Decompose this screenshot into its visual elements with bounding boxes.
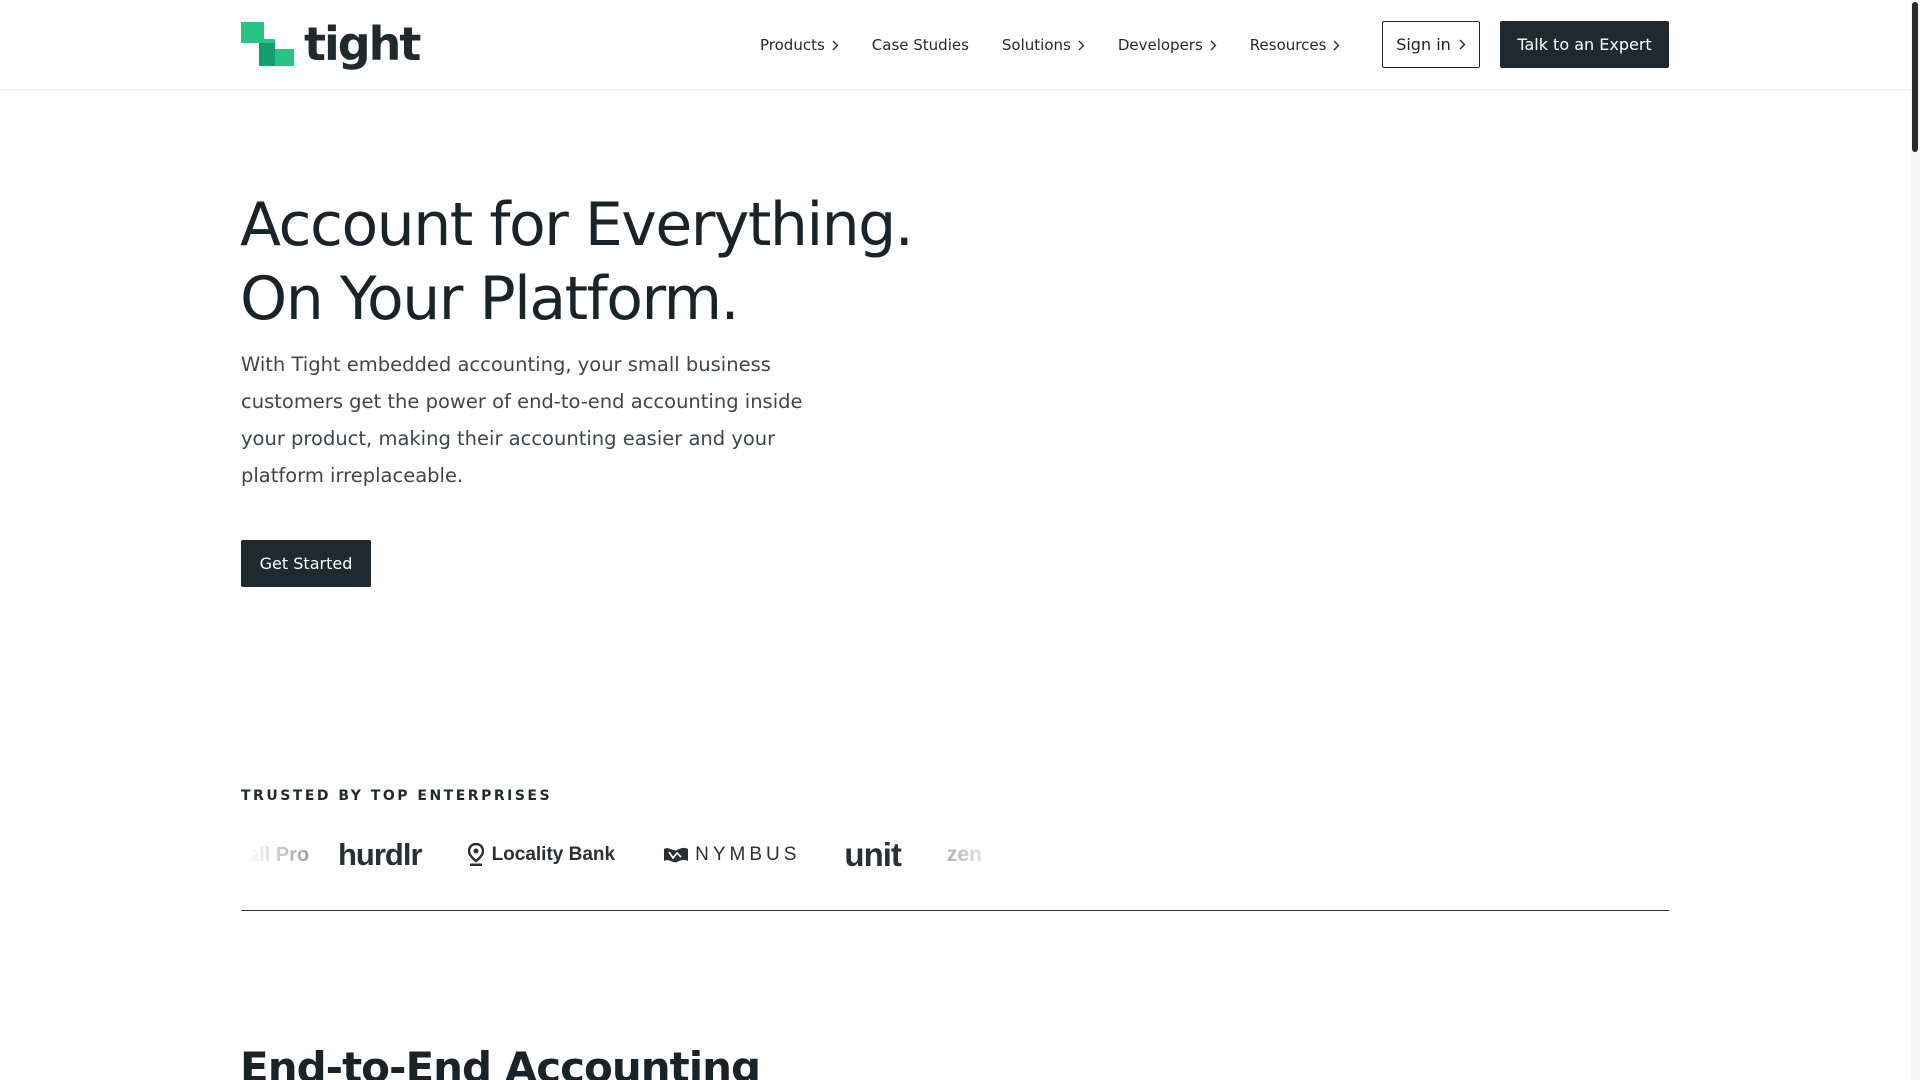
chevron-right-icon <box>1078 40 1085 51</box>
customer-logo-hurdlr-text: hurdlr <box>338 837 423 872</box>
nav-developers[interactable]: Developers <box>1118 36 1217 54</box>
section-title: End-to-End Accounting <box>240 1043 761 1080</box>
sign-in-button[interactable]: Sign in <box>1382 21 1480 68</box>
main-nav: Products Case Studies Solutions Develope… <box>760 0 1373 90</box>
talk-to-expert-button[interactable]: Talk to an Expert <box>1500 21 1669 68</box>
get-started-button[interactable]: Get Started <box>241 540 371 587</box>
nav-case-studies[interactable]: Case Studies <box>872 36 969 54</box>
nav-resources-label: Resources <box>1249 36 1327 54</box>
customer-logo-unit: unit <box>844 836 901 874</box>
section-divider <box>241 910 1669 911</box>
trusted-by-label: TRUSTED BY TOP ENTERPRISES <box>241 788 553 804</box>
page-scrollbar[interactable] <box>1910 0 1920 1080</box>
customer-logo-carousel: all Pro hurdlr Locality Bank NYMBUS unit… <box>248 830 1004 880</box>
chevron-right-icon <box>1333 40 1340 51</box>
nav-resources[interactable]: Resources <box>1250 36 1341 54</box>
customer-logo-locality-text: Locality Bank <box>491 844 616 865</box>
customer-logo-nymbus-text: NYMBUS <box>695 844 801 865</box>
nav-products-label: Products <box>760 36 825 54</box>
customer-logo-zen: zen <box>947 843 982 867</box>
chevron-right-icon <box>1459 39 1466 50</box>
customer-logo-zen-text: zen <box>946 843 982 866</box>
scrollbar-thumb[interactable] <box>1912 2 1918 152</box>
customer-logo-nymbus: NYMBUS <box>663 844 800 866</box>
chevron-right-icon <box>1210 40 1217 51</box>
location-pin-icon <box>467 843 484 867</box>
tight-logo-icon <box>241 22 294 66</box>
nav-products[interactable]: Products <box>760 36 839 54</box>
hero-description: With Tight embedded accounting, your sma… <box>241 353 803 487</box>
customer-logo-unit-text: unit <box>844 836 901 873</box>
customer-logo-locality-bank: Locality Bank <box>467 843 616 867</box>
nav-solutions[interactable]: Solutions <box>1002 36 1085 54</box>
hero-title-line-2: On Your Platform. <box>240 264 740 334</box>
hero-title-line-1: Account for Everything. <box>240 190 914 260</box>
nav-case-studies-label: Case Studies <box>871 36 969 54</box>
chevron-right-icon <box>832 40 839 51</box>
nav-solutions-label: Solutions <box>1001 36 1071 54</box>
nav-developers-label: Developers <box>1117 36 1203 54</box>
customer-logo-hurdlr: hurdlr <box>338 837 423 873</box>
sign-in-label: Sign in <box>1396 35 1451 54</box>
brand-name: tight <box>304 17 421 71</box>
nymbus-flag-icon <box>663 846 689 864</box>
customer-logo-allpro-text: all Pro <box>248 843 310 866</box>
hero-title: Account for Everything. On Your Platform… <box>240 188 914 336</box>
tight-logo[interactable]: tight <box>241 17 421 71</box>
site-header: tight Products Case Studies Solutions De… <box>0 0 1910 90</box>
customer-logo-allpro: all Pro <box>248 844 309 867</box>
